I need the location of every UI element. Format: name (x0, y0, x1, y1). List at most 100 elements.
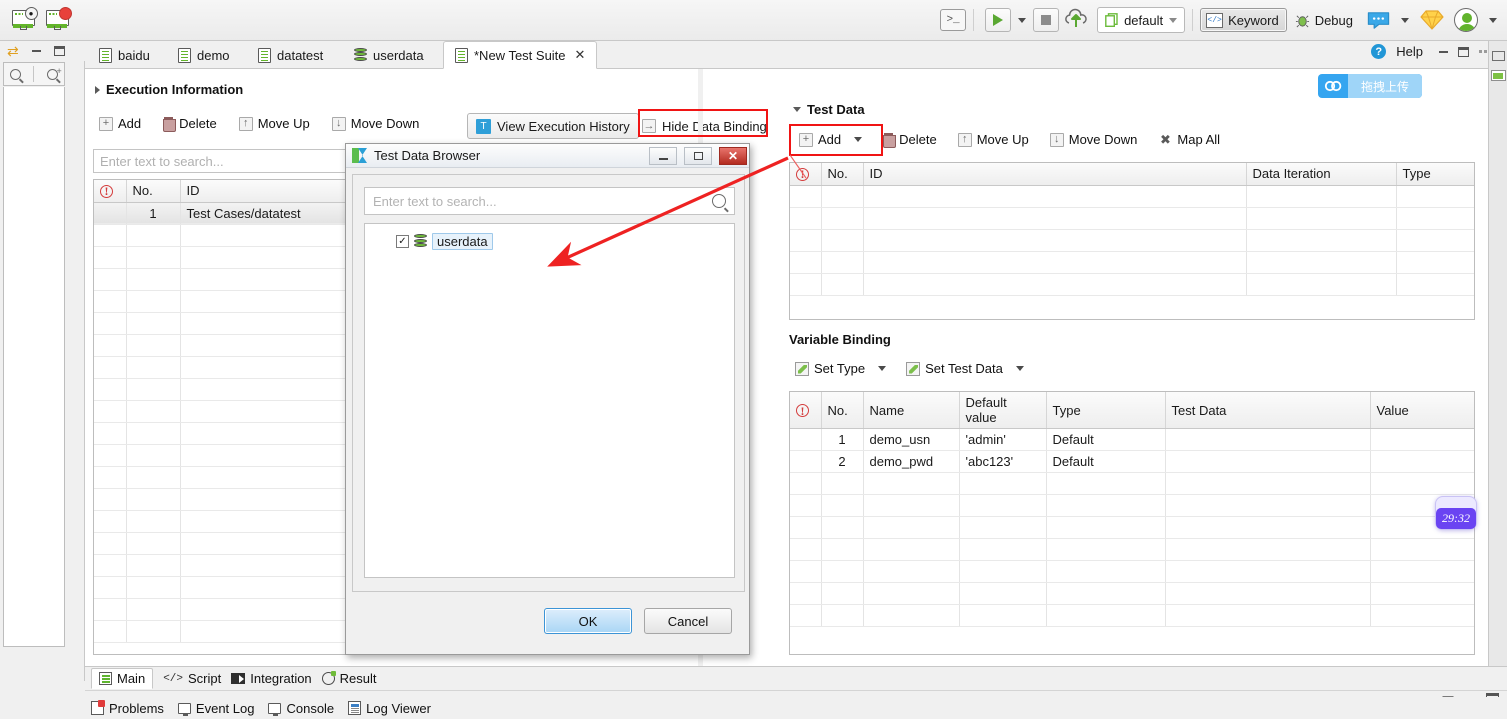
col-no[interactable]: No. (821, 392, 864, 429)
view-execution-history-button[interactable]: T View Execution History (467, 113, 639, 139)
checkbox[interactable]: ✓ (396, 235, 409, 248)
editor-tab-integration[interactable]: Integration (231, 671, 312, 686)
execution-move-up-button[interactable]: ↑ Move Up (233, 113, 316, 134)
variable-binding-table[interactable]: ! No. Name Default value Type Test Data … (790, 392, 1474, 627)
status-tab-log-viewer[interactable]: Log Viewer (348, 701, 431, 716)
help-label[interactable]: Help (1396, 44, 1423, 59)
dialog-minimize-button[interactable] (649, 146, 677, 165)
dialog-maximize-button[interactable] (684, 146, 712, 165)
editor-tab-result[interactable]: Result (321, 671, 377, 686)
minimize-icon[interactable] (31, 50, 41, 52)
editor-tab-demo[interactable]: demo (167, 41, 241, 69)
dialog-ok-button[interactable]: OK (544, 608, 632, 634)
test-data-move-up-button[interactable]: ↑ Move Up (952, 129, 1035, 150)
search-icon[interactable] (712, 194, 726, 208)
col-value[interactable]: Value (1370, 392, 1474, 429)
maximize-icon[interactable] (53, 46, 65, 56)
debug-button[interactable]: Debug (1287, 3, 1361, 37)
table-row[interactable]: 2 demo_pwd 'abc123' Default (790, 450, 1474, 473)
search-icon[interactable] (10, 68, 22, 80)
account-button[interactable] (1449, 3, 1483, 37)
outline-view-icon[interactable] (1490, 70, 1506, 81)
col-name[interactable]: Name (863, 392, 960, 429)
execution-information-section-header[interactable]: Execution Information (95, 82, 243, 97)
table-row[interactable]: 1 demo_usn 'admin' Default (790, 428, 1474, 451)
set-type-button[interactable]: Set Type (789, 358, 892, 379)
search-plus-icon[interactable]: + (46, 66, 62, 80)
test-data-move-down-button[interactable]: ↓ Move Down (1044, 129, 1144, 150)
right-rail (1488, 41, 1507, 681)
execution-add-button[interactable]: + Add (93, 113, 147, 134)
col-no[interactable]: No. (126, 180, 181, 203)
status-tab-problems[interactable]: Problems (91, 700, 164, 716)
col-type[interactable]: Type (1396, 163, 1474, 186)
rail-content-area[interactable] (3, 87, 65, 647)
section-title: Variable Binding (789, 332, 891, 347)
chevron-down-icon[interactable] (854, 137, 863, 142)
chevron-down-icon (1401, 17, 1409, 23)
baidu-upload-widget[interactable]: 拖拽上传 (1318, 74, 1422, 98)
col-type[interactable]: Type (1046, 392, 1166, 429)
execution-profile-selector[interactable]: default (1097, 7, 1186, 33)
col-status[interactable]: ! (94, 180, 127, 203)
account-dropdown-button[interactable] (1483, 3, 1503, 37)
cell-name: demo_usn (863, 428, 960, 451)
cell-value (1370, 428, 1474, 451)
status-tab-event-log[interactable]: Event Log (177, 701, 254, 716)
test-data-table[interactable]: ! No. ID Data Iteration Type (790, 163, 1474, 296)
test-data-tree[interactable]: ✓ userdata (364, 223, 735, 578)
editor-tab-new-test-suite[interactable]: *New Test Suite ✕ (443, 41, 598, 69)
editor-tab-baidu[interactable]: baidu (88, 41, 161, 69)
stop-button[interactable] (1033, 8, 1060, 32)
test-data-browser-dialog[interactable]: Test Data Browser ✕ Enter text to search… (345, 143, 750, 655)
execution-delete-button[interactable]: Delete (157, 113, 223, 134)
test-data-section-header[interactable]: Test Data (793, 102, 865, 117)
record-web-button[interactable]: ● (6, 3, 40, 37)
test-data-map-all-button[interactable]: ✖ Map All (1152, 129, 1226, 150)
plugin-button[interactable] (1415, 3, 1449, 37)
terminal-button[interactable]: >_ (940, 9, 967, 31)
run-button[interactable] (985, 8, 1012, 32)
restore-icon[interactable] (1491, 51, 1505, 61)
cell-status (790, 428, 822, 451)
katalon-logo-icon (352, 148, 367, 163)
comment-button[interactable] (1361, 3, 1395, 37)
close-icon[interactable]: ✕ (575, 47, 586, 63)
col-no[interactable]: No. (821, 163, 864, 186)
profile-label: default (1124, 12, 1164, 28)
editor-tab-datatest[interactable]: datatest (247, 41, 334, 69)
comment-dropdown-button[interactable] (1395, 3, 1415, 37)
test-data-add-button[interactable]: + Add (793, 129, 868, 150)
execution-move-down-button[interactable]: ↓ Move Down (326, 113, 426, 134)
dialog-title-bar[interactable]: Test Data Browser ✕ (346, 144, 749, 168)
dialog-search-input[interactable]: Enter text to search... (364, 187, 735, 215)
chevron-down-icon[interactable] (878, 366, 887, 371)
col-test-data[interactable]: Test Data (1165, 392, 1371, 429)
col-id[interactable]: ID (863, 163, 1247, 186)
test-data-delete-button[interactable]: Delete (877, 129, 943, 150)
test-suite-editor: Execution Information + Add Delete ↑ Mov… (85, 69, 1507, 666)
record-mobile-button[interactable] (40, 3, 74, 37)
editor-tab-main[interactable]: Main (91, 668, 154, 689)
minimize-icon[interactable] (1439, 50, 1448, 53)
keyword-mode-button[interactable]: </> Keyword (1200, 8, 1287, 32)
editor-tab-userdata[interactable]: userdata (343, 41, 435, 69)
status-tab-console[interactable]: Console (268, 701, 334, 716)
hide-data-binding-button[interactable]: → Hide Data Binding (634, 113, 775, 139)
col-status[interactable]: ! (790, 392, 822, 429)
run-dropdown-button[interactable] (1011, 3, 1033, 37)
tree-item-userdata[interactable]: ✓ userdata (396, 233, 734, 250)
chevron-down-icon[interactable] (1015, 366, 1024, 371)
link-with-editor-icon[interactable]: ⇄ (7, 44, 19, 58)
upload-button[interactable] (1059, 3, 1093, 37)
dialog-cancel-button[interactable]: Cancel (644, 608, 732, 634)
screen-recorder-timer[interactable]: 29:32 (1435, 496, 1477, 530)
col-data-iteration[interactable]: Data Iteration (1246, 163, 1397, 186)
set-test-data-button[interactable]: Set Test Data (900, 358, 1030, 379)
maximize-icon[interactable] (1458, 46, 1469, 57)
dialog-close-button[interactable]: ✕ (719, 146, 747, 165)
speech-bubble-icon (1367, 12, 1389, 29)
col-status[interactable]: ! (790, 163, 822, 186)
editor-tab-script[interactable]: </> Script (163, 671, 221, 686)
col-default-value[interactable]: Default value (959, 392, 1047, 429)
